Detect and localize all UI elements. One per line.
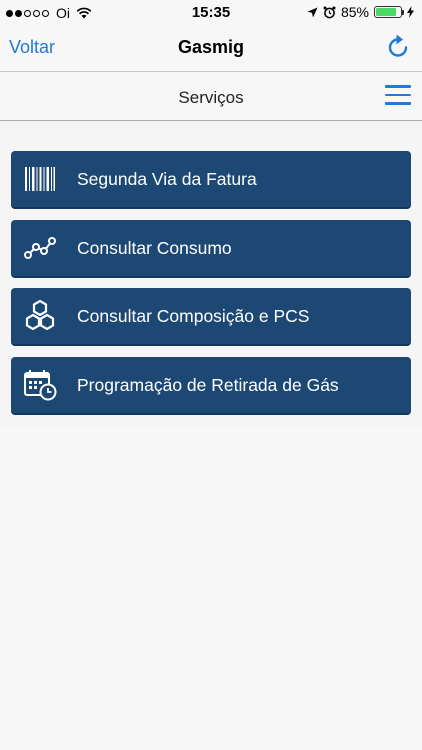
service-button-consultar-consumo[interactable]: Consultar Consumo (11, 220, 411, 278)
empty-area (0, 428, 422, 750)
service-label: Consultar Composição e PCS (77, 305, 310, 326)
service-button-segunda-via[interactable]: Segunda Via da Fatura (11, 151, 411, 209)
services-panel: Segunda Via da Fatura Consultar Consumo … (0, 122, 422, 428)
alarm-clock-icon (323, 6, 336, 18)
service-label: Segunda Via da Fatura (77, 168, 257, 189)
service-button-consultar-composicao[interactable]: Consultar Composição e PCS (11, 288, 411, 346)
battery-percent: 85% (340, 4, 369, 20)
section-title: Serviços (178, 88, 244, 107)
barcode-icon (23, 162, 57, 196)
status-right: 85% (307, 4, 414, 20)
battery-fill (376, 8, 397, 16)
service-label: Programação de Retirada de Gás (77, 374, 339, 395)
line-graph-icon (23, 231, 57, 265)
service-label: Consultar Consumo (77, 237, 232, 258)
app-title: Gasmig (177, 37, 245, 57)
hamburger-menu-icon[interactable] (385, 85, 411, 107)
charging-bolt-icon (407, 6, 414, 18)
navigation-bar: Voltar Gasmig (0, 26, 422, 72)
hexagons-icon (23, 299, 57, 333)
status-bar: Oi 15:35 85% (0, 0, 422, 26)
calendar-clock-icon (23, 368, 57, 402)
section-header: Serviços (0, 73, 422, 121)
location-arrow-icon (307, 7, 318, 17)
battery-icon (374, 6, 404, 18)
service-button-programacao-retirada[interactable]: Programação de Retirada de Gás (11, 357, 411, 415)
refresh-icon[interactable] (385, 34, 411, 60)
